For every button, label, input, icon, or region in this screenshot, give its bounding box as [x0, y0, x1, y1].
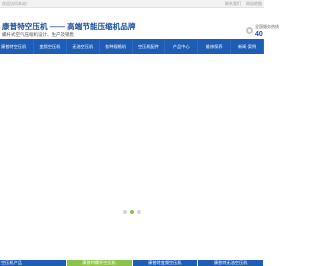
carousel-dot-1[interactable]	[123, 210, 127, 214]
nav-item-news[interactable]: 新闻·案例	[231, 39, 264, 54]
nav-item-parts[interactable]: 空压机配件	[133, 39, 166, 54]
nav-item-vfd[interactable]: 变频空压机	[34, 39, 67, 54]
tab-vfd[interactable]: 康普特变频空压机	[132, 260, 199, 266]
nav-item-specs[interactable]: 各种规格机	[100, 39, 133, 54]
carousel-dot-3[interactable]	[137, 210, 141, 214]
phone-icon	[246, 27, 253, 34]
site-header: 康普特空压机 —— 高端节能压缩机品牌 螺杆式空气压缩机设计、生产及销售 全国服…	[0, 8, 279, 41]
nav-item-home[interactable]: 康普特空压机	[0, 39, 34, 54]
hotline: 全国服务热线 40	[246, 19, 279, 41]
top-links: 联系我们 网站地图	[221, 1, 262, 7]
brand-title[interactable]: 康普特空压机 —— 高端节能压缩机品牌	[2, 21, 136, 32]
product-tabs: 空压机产品 康普特螺杆空压机 康普特变频空压机 康普特无油空压机	[0, 260, 264, 266]
carousel-dot-2[interactable]	[130, 210, 134, 214]
tab-screw[interactable]: 康普特螺杆空压机	[66, 260, 133, 266]
nav-item-oilfree[interactable]: 无油空压机	[67, 39, 100, 54]
welcome-text: 欢迎访问本站！	[2, 1, 30, 6]
top-link-sitemap[interactable]: 网站地图	[246, 1, 262, 6]
tab-oilfree[interactable]: 康普特无油空压机	[198, 260, 264, 266]
hero-banner	[0, 54, 264, 260]
hotline-number: 40	[255, 31, 263, 38]
carousel-dots	[0, 210, 264, 214]
hotline-label: 全国服务热线	[255, 24, 279, 29]
main-nav: 康普特空压机 变频空压机 无油空压机 各种规格机 空压机配件 产品中心 维修保养…	[0, 39, 264, 54]
brand-subtitle: 螺杆式空气压缩机设计、生产及销售	[2, 32, 74, 37]
nav-item-service[interactable]: 维修保养	[198, 39, 232, 54]
top-bar: 欢迎访问本站！ 联系我们 网站地图	[0, 0, 264, 8]
top-link-contact[interactable]: 联系我们	[225, 1, 241, 6]
tab-products[interactable]: 空压机产品	[0, 260, 67, 266]
nav-item-products[interactable]: 产品中心	[165, 39, 199, 54]
